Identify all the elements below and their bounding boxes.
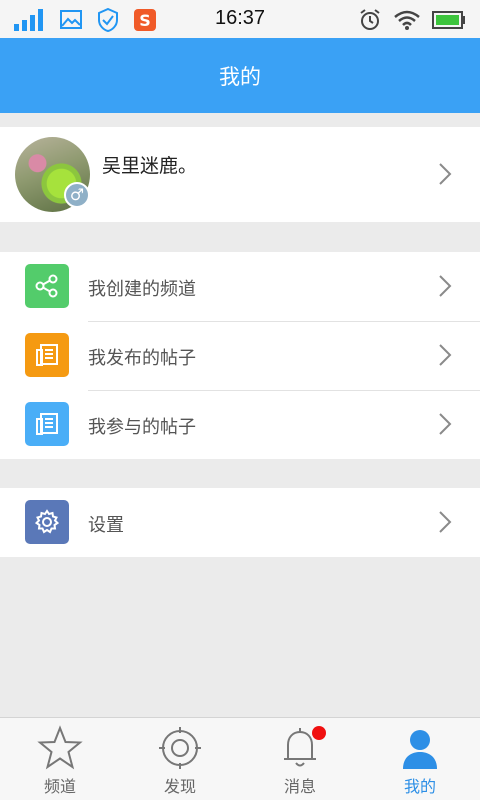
tab-discover[interactable]: 发现 — [120, 718, 240, 800]
page-header: 我的 — [0, 38, 480, 113]
menu-item-joined-posts[interactable]: 我参与的帖子 — [0, 390, 480, 459]
chevron-right-icon — [439, 163, 452, 185]
tab-mine[interactable]: 我的 — [360, 718, 480, 800]
tab-channels[interactable]: 频道 — [0, 718, 120, 800]
status-bar: S 16:37 — [0, 0, 480, 38]
menu-group-mine: 我创建的频道 我发布的帖子 我参与的帖子 — [0, 252, 480, 459]
page-title: 我的 — [219, 64, 261, 89]
username: 吴里迷鹿。 — [102, 155, 198, 177]
profile-row[interactable]: ♂ 吴里迷鹿。 — [0, 127, 480, 222]
bottom-tab-bar: 频道 发现 消息 我的 — [0, 717, 480, 800]
chevron-right-icon — [439, 511, 452, 533]
chevron-right-icon — [439, 275, 452, 297]
tab-label: 频道 — [43, 777, 76, 796]
alarm-icon — [360, 9, 380, 30]
tab-messages[interactable]: 消息 — [240, 718, 360, 800]
menu-item-label: 设置 — [88, 515, 124, 536]
chevron-right-icon — [439, 344, 452, 366]
menu-item-label: 我参与的帖子 — [88, 417, 196, 438]
star-icon — [37, 725, 83, 770]
menu-item-my-posts[interactable]: 我发布的帖子 — [0, 321, 480, 390]
menu-item-settings[interactable]: 设置 — [0, 488, 480, 557]
chevron-right-icon — [439, 413, 452, 435]
document-icon — [25, 333, 69, 377]
tab-label: 消息 — [283, 777, 316, 796]
share-icon — [25, 264, 69, 308]
gender-male-icon: ♂ — [64, 182, 90, 208]
menu-item-label: 我发布的帖子 — [88, 348, 196, 369]
status-right-icons — [358, 8, 466, 32]
tab-label: 我的 — [403, 777, 436, 796]
menu-item-label: 我创建的频道 — [88, 279, 196, 300]
menu-item-my-channels[interactable]: 我创建的频道 — [0, 252, 480, 321]
target-icon — [159, 727, 201, 769]
wifi-icon — [394, 10, 420, 30]
person-icon — [403, 730, 437, 769]
tab-label: 发现 — [163, 777, 196, 796]
document-icon — [25, 402, 69, 446]
menu-group-settings: 设置 — [0, 488, 480, 557]
gear-icon — [25, 500, 69, 544]
battery-icon — [432, 11, 465, 29]
notification-badge — [312, 726, 326, 740]
